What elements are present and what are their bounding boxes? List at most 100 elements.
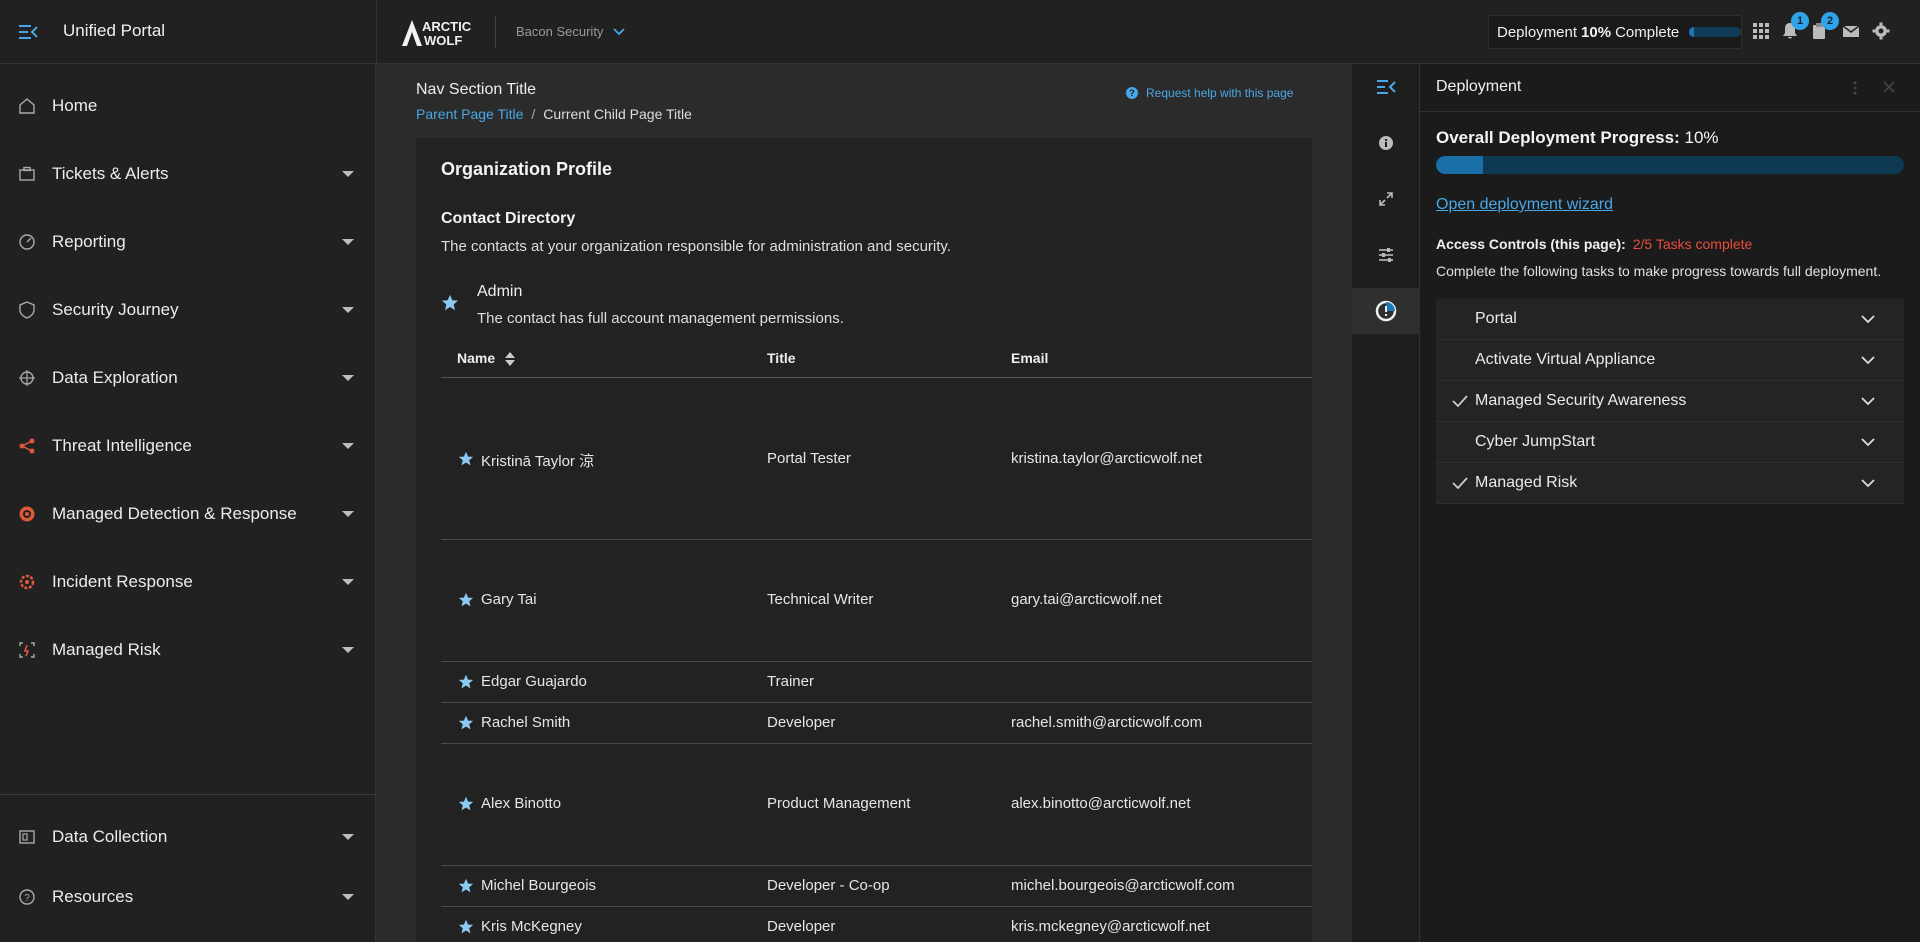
panel-title: Deployment [1436, 78, 1522, 95]
table-row[interactable]: Edgar Guajardo Trainer [441, 663, 1312, 703]
sidebar-item-threat-intelligence[interactable]: Threat Intelligence [0, 424, 376, 468]
sidebar-item-reporting[interactable]: Reporting [0, 220, 376, 264]
table-row[interactable]: Alex Binotto Product Management alex.bin… [441, 745, 1312, 866]
notifications-button[interactable]: 1 [1782, 12, 1809, 40]
access-controls-status: Access Controls (this page): 2/5 Tasks c… [1436, 236, 1752, 252]
chevron-down-icon [1861, 397, 1875, 406]
table-header: Name Title Email [441, 338, 1312, 378]
table-row[interactable]: Michel Bourgeois Developer - Co-op miche… [441, 867, 1312, 907]
contact-title: Product Management [767, 795, 911, 812]
org-name: Bacon Security [516, 24, 604, 39]
help-icon: ? [1126, 87, 1138, 99]
deployment-percent: 10% [1581, 23, 1612, 41]
legend-title: Admin [477, 283, 523, 300]
admin-star-icon [441, 294, 459, 311]
caret-down-icon [342, 239, 354, 245]
column-header-title[interactable]: Title [767, 350, 796, 366]
expand-button[interactable] [1352, 176, 1420, 222]
admin-star-icon [458, 592, 474, 607]
app-title: Unified Portal [63, 21, 166, 40]
table-row[interactable]: Rachel Smith Developer rachel.smith@arct… [441, 704, 1312, 744]
deployment-panel-button[interactable] [1352, 288, 1420, 334]
sidebar-item-mdr[interactable]: Managed Detection & Response [0, 492, 376, 536]
caret-down-icon [342, 307, 354, 313]
sort-icon[interactable] [505, 352, 516, 367]
sidebar-item-label: Incident Response [52, 572, 193, 591]
organization-profile-card: Organization Profile Contact Directory T… [416, 138, 1312, 942]
deployment-prefix: Deployment [1497, 23, 1578, 41]
apps-grid-icon[interactable] [1752, 22, 1770, 40]
sidebar-item-label: Data Exploration [52, 368, 178, 387]
menu-collapse-icon[interactable] [18, 22, 38, 42]
sidebar-item-resources[interactable]: ? Resources [0, 875, 376, 919]
open-deployment-wizard-link[interactable]: Open deployment wizard [1436, 196, 1613, 214]
breadcrumb-parent-link[interactable]: Parent Page Title [416, 106, 523, 122]
contact-name: Rachel Smith [481, 714, 571, 731]
sidebar-item-label: Tickets & Alerts [52, 164, 169, 183]
sliders-icon [1379, 248, 1393, 262]
arctic-wolf-logo[interactable]: ARCTIC WOLF [400, 16, 482, 48]
caret-down-icon [342, 375, 354, 381]
overall-progress-label: Overall Deployment Progress: 10% [1436, 128, 1719, 148]
sidebar-item-label: Threat Intelligence [52, 436, 192, 455]
chevron-down-icon [613, 27, 626, 35]
task-activate-virtual-appliance[interactable]: Activate Virtual Appliance [1436, 340, 1904, 381]
task-cyber-jumpstart[interactable]: Cyber JumpStart [1436, 422, 1904, 463]
access-controls-label: Access Controls (this page): [1436, 236, 1626, 252]
sidebar-item-data-collection[interactable]: Data Collection [0, 815, 376, 859]
deployment-status-pill[interactable]: Deployment 10% Complete [1488, 15, 1742, 49]
sidebar-item-label: Managed Detection & Response [52, 504, 297, 523]
admin-star-icon [458, 796, 474, 811]
mail-icon[interactable] [1842, 22, 1860, 40]
column-header-email[interactable]: Email [1011, 350, 1048, 366]
chevron-down-icon [1861, 356, 1875, 365]
task-portal[interactable]: Portal [1436, 299, 1904, 340]
request-help-link[interactable]: ? Request help with this page [1126, 86, 1293, 100]
caret-down-icon [342, 579, 354, 585]
contact-title: Developer [767, 714, 836, 731]
sidebar-item-tickets-alerts[interactable]: Tickets & Alerts [0, 152, 376, 196]
crosshair-icon [19, 370, 35, 386]
info-button[interactable] [1352, 120, 1420, 166]
task-label: Managed Security Awareness [1475, 392, 1687, 409]
table-row[interactable]: Kristinā Taylor 涼 Portal Tester kristina… [441, 379, 1312, 540]
network-icon [19, 438, 35, 454]
admin-star-icon [458, 674, 474, 689]
caret-down-icon [342, 647, 354, 653]
sidebar-item-managed-risk[interactable]: Managed Risk [0, 628, 376, 672]
sidebar-item-label: Reporting [52, 232, 126, 251]
close-icon[interactable] [1882, 80, 1896, 94]
logo-text-bottom: WOLF [424, 33, 462, 48]
sidebar-item-data-exploration[interactable]: Data Exploration [0, 356, 376, 400]
sidebar-item-incident-response[interactable]: Incident Response [0, 560, 376, 604]
task-label: Managed Risk [1475, 474, 1578, 491]
task-managed-security-awareness[interactable]: Managed Security Awareness [1436, 381, 1904, 422]
org-selector[interactable]: Bacon Security [516, 24, 626, 39]
admin-star-icon [458, 878, 474, 893]
notification-badge: 1 [1791, 12, 1809, 30]
breadcrumb-current: Current Child Page Title [543, 106, 692, 122]
collapse-panel-button[interactable] [1352, 64, 1420, 110]
contact-title: Developer [767, 918, 836, 935]
help-circle-icon: ? [19, 889, 35, 905]
contact-email: michel.bourgeois@arcticwolf.com [1011, 877, 1235, 894]
section-description: The contacts at your organization respon… [441, 238, 951, 255]
caret-down-icon [342, 511, 354, 517]
sidebar-item-label: Managed Risk [52, 640, 161, 659]
sidebar: Home Tickets & Alerts Reporting Security… [0, 64, 376, 942]
contact-name: Michel Bourgeois [481, 877, 597, 894]
column-header-name[interactable]: Name [457, 350, 516, 367]
top-bar: Unified Portal ARCTIC WOLF Bacon Securit… [0, 0, 1920, 64]
tasks-button[interactable]: 2 [1812, 12, 1839, 40]
briefcase-icon [19, 166, 35, 181]
more-options-icon[interactable] [1848, 80, 1862, 96]
filters-button[interactable] [1352, 232, 1420, 278]
gear-icon[interactable] [1872, 22, 1890, 40]
contact-email: kris.mckegney@arcticwolf.net [1011, 918, 1210, 935]
table-row[interactable]: Kris McKegney Developer kris.mckegney@ar… [441, 908, 1312, 942]
sidebar-item-security-journey[interactable]: Security Journey [0, 288, 376, 332]
task-managed-risk[interactable]: Managed Risk [1436, 463, 1904, 504]
table-row[interactable]: Gary Tai Technical Writer gary.tai@arcti… [441, 541, 1312, 662]
chevron-down-icon [1861, 315, 1875, 324]
sidebar-item-home[interactable]: Home [0, 84, 376, 128]
